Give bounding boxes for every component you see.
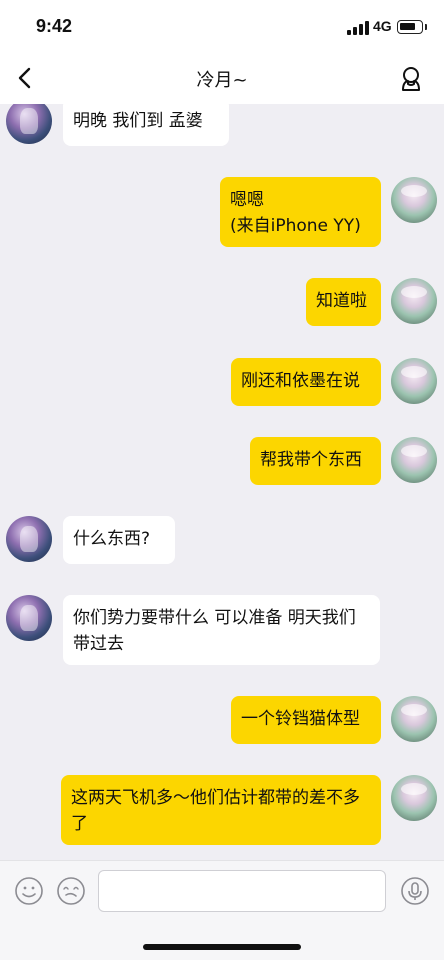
message-list[interactable]: 明晚 我们到 孟婆 嗯嗯 (来自iPhone YY) 知道啦 刚还和依墨在说 帮…	[0, 104, 444, 860]
message-input[interactable]	[98, 870, 386, 912]
incoming-message[interactable]: 明晚 我们到 孟婆	[63, 104, 229, 146]
input-bar	[0, 860, 444, 922]
outgoing-message[interactable]: 一个铃铛猫体型	[231, 696, 381, 744]
my-avatar[interactable]	[391, 437, 437, 483]
status-bar: 9:42 4G	[0, 0, 444, 52]
home-indicator[interactable]	[143, 944, 301, 950]
my-avatar[interactable]	[391, 177, 437, 223]
person-outline-icon[interactable]	[397, 64, 425, 94]
contact-avatar[interactable]	[6, 595, 52, 641]
contact-avatar[interactable]	[6, 104, 52, 144]
my-avatar[interactable]	[391, 775, 437, 821]
my-avatar[interactable]	[391, 696, 437, 742]
incoming-message[interactable]: 你们势力要带什么 可以准备 明天我们带过去	[63, 595, 380, 665]
outgoing-message[interactable]: 刚还和依墨在说	[231, 358, 381, 406]
my-avatar[interactable]	[391, 358, 437, 404]
network-type: 4G	[373, 18, 392, 34]
battery-cap	[425, 24, 427, 30]
chat-title: 冷月~	[196, 70, 248, 91]
outgoing-message[interactable]: 知道啦	[306, 278, 381, 326]
outgoing-message[interactable]: 嗯嗯 (来自iPhone YY)	[220, 177, 381, 247]
smiley-icon[interactable]	[14, 876, 44, 906]
sticker-icon[interactable]	[56, 876, 86, 906]
home-area	[0, 922, 444, 960]
signal-icon	[347, 21, 369, 35]
my-avatar[interactable]	[391, 278, 437, 324]
outgoing-message[interactable]: 帮我带个东西	[250, 437, 381, 485]
microphone-icon[interactable]	[400, 876, 430, 906]
incoming-message[interactable]: 什么东西?	[63, 516, 175, 564]
outgoing-message[interactable]: 这两天飞机多～他们估计都带的差不多了	[61, 775, 381, 845]
status-time: 9:42	[36, 16, 73, 36]
battery-icon	[397, 20, 423, 34]
battery-level	[400, 23, 415, 30]
contact-avatar[interactable]	[6, 516, 52, 562]
nav-bar: 冷月~	[0, 52, 444, 104]
